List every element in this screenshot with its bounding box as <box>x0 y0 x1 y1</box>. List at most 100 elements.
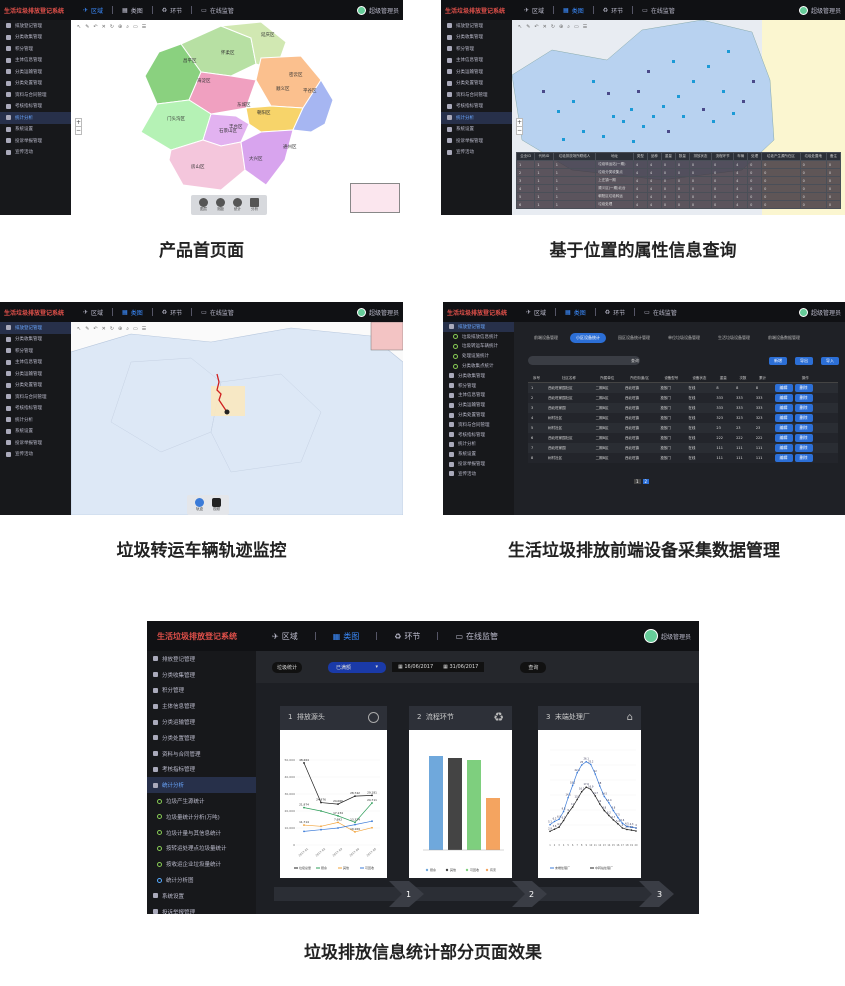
nav-item-2[interactable]: ♻ 环节 <box>157 308 187 317</box>
sidebar-item-1[interactable]: 分类收集管理 <box>0 334 71 346</box>
delete-button[interactable]: 删除 <box>794 404 813 412</box>
sidebar-item-11[interactable]: 宣传活动 <box>0 449 71 461</box>
sidebar-item-6[interactable]: 资料与合同管理 <box>0 89 71 101</box>
nav-item-3[interactable]: ▭ 在线监管 <box>450 631 503 642</box>
sidebar-subitem-extra[interactable]: 统计分析图 <box>147 872 256 888</box>
sidebar-item-10[interactable]: 投诉举报管理 <box>147 904 256 914</box>
sidebar-item-7[interactable]: 考核指标管理 <box>0 403 71 415</box>
sidebar-item-5[interactable]: 分类处置管理 <box>0 380 71 392</box>
edit-button[interactable]: 编辑 <box>774 414 793 422</box>
sidebar-subitem-1[interactable]: 垃圾量统计分析(万吨) <box>147 809 256 825</box>
sidebar-item-10[interactable]: 投诉举报管理 <box>441 135 512 147</box>
sidebar-item-8[interactable]: 统计分析 <box>441 112 512 124</box>
user-menu[interactable]: 超级管理员 <box>798 307 845 317</box>
nav-item-1[interactable]: ▦ 类图 <box>117 6 148 15</box>
sidebar-item-10[interactable]: 投诉举报管理 <box>443 459 514 469</box>
track-tool-button[interactable]: 轨迹 <box>195 498 204 512</box>
table-row[interactable]: 1 1 1 垃圾转运站(一期) 4 4 0 0 0 0 4 0 0 0 0 <box>515 160 842 169</box>
delete-button[interactable]: 删除 <box>794 394 813 402</box>
sidebar-item-2[interactable]: 积分管理 <box>147 683 256 699</box>
pointer-icon[interactable]: ↖ <box>77 326 81 332</box>
edit-button[interactable]: 编辑 <box>774 384 793 392</box>
sidebar-item-0[interactable]: 排放登记管理 <box>0 20 71 32</box>
measure-tool-button[interactable]: 测距 <box>216 198 225 212</box>
nav-item-0[interactable]: ✈ 区域 <box>78 308 108 317</box>
table-row[interactable]: 3 西北旺家园 二期B区 西北旺镇 投放门 在线 333 333 333 编辑 删除 <box>528 403 838 413</box>
undo-icon[interactable]: ↶ <box>93 326 97 332</box>
query-button[interactable]: 查询 <box>520 661 547 673</box>
sidebar-item-10[interactable]: 投诉举报管理 <box>0 437 71 449</box>
nav-item-2[interactable]: ♻ 环节 <box>600 308 630 317</box>
delete-button[interactable]: 删除 <box>794 444 813 452</box>
tab-0[interactable]: 前端设备管理 <box>528 333 564 343</box>
table-row[interactable]: 7 西北旺家园 二期B区 西北旺镇 投放门 在线 111 111 111 编辑 删除 <box>528 443 838 453</box>
sidebar-item-9[interactable]: 系统设置 <box>0 426 71 438</box>
search-icon[interactable]: ⌕ <box>567 24 570 30</box>
tab-5[interactable]: 前端设备数据管理 <box>762 333 806 343</box>
sidebar-item-9[interactable]: 系统设置 <box>441 124 512 136</box>
edit-button[interactable]: 编辑 <box>774 404 793 412</box>
pen-icon[interactable]: ✎ <box>85 326 89 332</box>
sidebar-item-4[interactable]: 分类运输管理 <box>147 714 256 730</box>
sidebar-item-8[interactable]: 统计分析 <box>147 777 256 794</box>
export-button[interactable]: 导出 <box>795 357 813 365</box>
user-menu[interactable]: 超级管理员 <box>356 307 403 317</box>
sidebar-item-6[interactable]: 资料与合同管理 <box>147 746 256 762</box>
sidebar-item-4[interactable]: 分类运输管理 <box>0 368 71 380</box>
sidebar-item-1[interactable]: 分类收集管理 <box>0 32 71 44</box>
sidebar-item-3[interactable]: 主体信息管理 <box>147 698 256 714</box>
table-row[interactable]: 5 树村社区 二期B区 西北旺镇 投放门 在线 23 23 23 编辑 删除 <box>528 423 838 433</box>
edit-button[interactable]: 编辑 <box>774 394 793 402</box>
close-icon[interactable]: ✕ <box>102 326 106 332</box>
search-button[interactable]: 查询 <box>626 357 644 365</box>
nav-item-1[interactable]: ▦ 类图 <box>328 631 365 642</box>
sidebar-item-0[interactable]: 排放登记管理 <box>443 322 514 332</box>
table-row[interactable]: 6 1 1 垃圾处理 4 4 0 0 0 0 4 0 0 0 0 <box>515 200 842 209</box>
table-row[interactable]: 2 1 1 垃圾分类收集点 4 4 0 0 0 0 4 0 0 0 0 <box>515 168 842 177</box>
table-row[interactable]: 5 1 1 朝阳区垃圾转运 4 4 0 0 0 0 4 0 0 0 0 <box>515 192 842 201</box>
sidebar-item-9[interactable]: 系统设置 <box>0 124 71 136</box>
undo-icon[interactable]: ↶ <box>534 24 538 30</box>
sidebar-subitem-4[interactable]: 按收运企业垃圾量统计 <box>147 856 256 872</box>
sidebar-subitem-3[interactable]: 分类收集点统计 <box>443 361 514 371</box>
sidebar-item-1[interactable]: 分类收集管理 <box>147 667 256 683</box>
sidebar-item-9[interactable]: 系统设置 <box>147 888 256 904</box>
table-row[interactable]: 4 1 1 顺义区(一期)北台 4 4 0 0 0 0 4 0 0 0 0 <box>515 184 842 193</box>
sidebar-item-5[interactable]: 分类处置管理 <box>147 730 256 746</box>
import-button[interactable]: 导入 <box>821 357 839 365</box>
delete-button[interactable]: 删除 <box>794 414 813 422</box>
nav-item-3[interactable]: ▭ 在线监管 <box>637 6 680 15</box>
map-canvas[interactable]: ↖ ✎ ↶ ✕ ↻ ⊕ ⌕ ▭ ☰ 轨迹 视频 <box>71 322 403 515</box>
table-row[interactable]: 6 西北旺家园社区 二期B区 西北旺镇 投放门 在线 222 222 222 编辑 删除 <box>528 433 838 443</box>
sidebar-item-7[interactable]: 考核指标管理 <box>0 101 71 113</box>
close-icon[interactable]: ✕ <box>543 24 547 30</box>
sidebar-item-4[interactable]: 分类运输管理 <box>443 400 514 410</box>
delete-button[interactable]: 删除 <box>794 454 813 462</box>
sidebar-item-2[interactable]: 积分管理 <box>0 345 71 357</box>
delete-button[interactable]: 删除 <box>794 384 813 392</box>
nav-item-0[interactable]: ✈ 区域 <box>521 308 551 317</box>
sidebar-item-6[interactable]: 资料与合同管理 <box>441 89 512 101</box>
sidebar-item-1[interactable]: 分类收集管理 <box>443 371 514 381</box>
nav-item-0[interactable]: ✈ 区域 <box>519 6 549 15</box>
stats-tool-button[interactable]: 统计 <box>233 198 242 212</box>
table-row[interactable]: 4 树村社区 二期B区 西北旺镇 投放门 在线 323 323 323 编辑 删除 <box>528 413 838 423</box>
date-from-input[interactable]: ▦ 16/06/2017 <box>392 662 440 672</box>
sidebar-item-8[interactable]: 统计分析 <box>0 414 71 426</box>
page-2[interactable]: 2 <box>642 479 650 484</box>
nav-item-1[interactable]: ▦ 类图 <box>560 308 591 317</box>
delete-button[interactable]: 删除 <box>794 434 813 442</box>
map-canvas[interactable]: ↖ ✎ ↶ ✕ ↻ ⊕ ⌕ ▭ ☰ + − 怀柔区 延庆区 密云区 昌平区 平谷区 门头沟区 顺义区 海淀区朝… <box>71 20 403 215</box>
sidebar-item-8[interactable]: 统计分析 <box>443 440 514 450</box>
sidebar-item-11[interactable]: 宣传活动 <box>441 147 512 159</box>
layers-icon[interactable]: ☰ <box>583 24 587 30</box>
table-row[interactable]: 2 西北旺家园社区 二期A区 西北旺镇 投放门 在线 333 333 333 编辑 删除 <box>528 393 838 403</box>
sidebar-item-11[interactable]: 宣传活动 <box>0 147 71 159</box>
sidebar-item-0[interactable]: 排放登记管理 <box>0 322 71 334</box>
sidebar-item-4[interactable]: 分类运输管理 <box>441 66 512 78</box>
sidebar-item-0[interactable]: 排放登记管理 <box>441 20 512 32</box>
table-row[interactable]: 8 树村社区 二期B区 西北旺镇 投放门 在线 111 111 111 编辑 删除 <box>528 453 838 463</box>
nav-item-2[interactable]: ♻ 环节 <box>389 631 425 642</box>
search-icon[interactable]: ⌕ <box>126 326 129 332</box>
tab-3[interactable]: 单位垃圾设备管理 <box>662 333 706 343</box>
